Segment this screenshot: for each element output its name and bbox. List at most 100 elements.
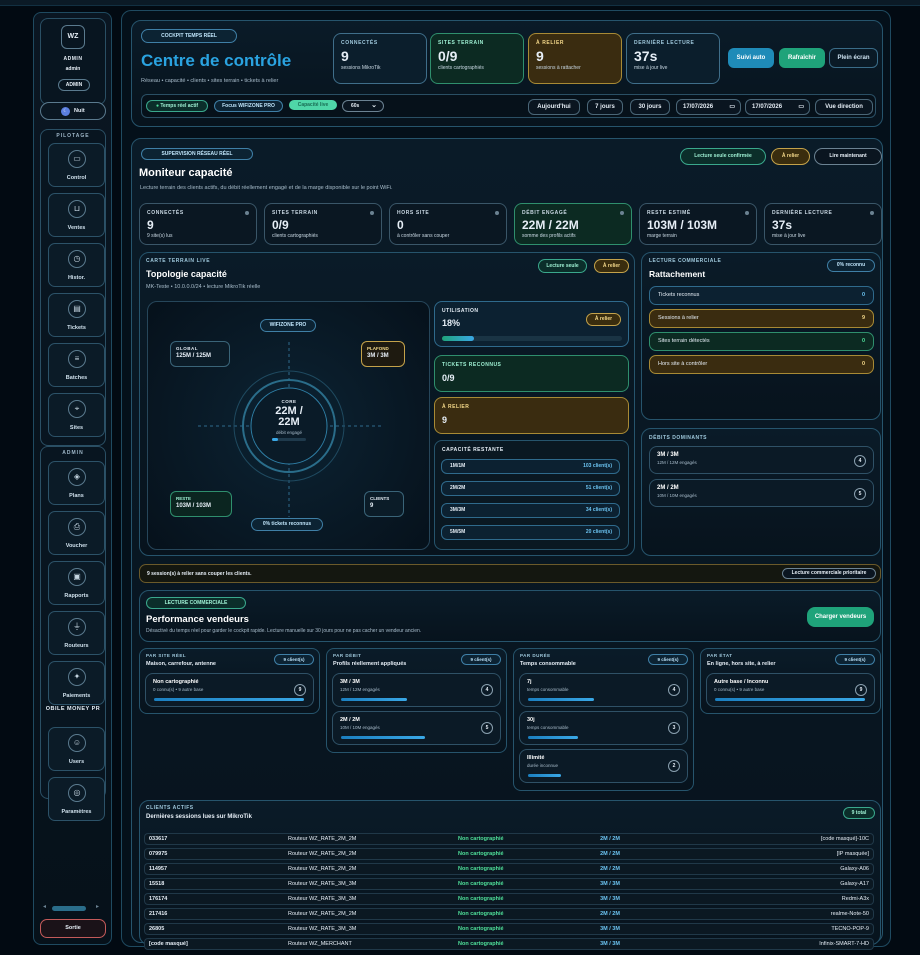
monitor-kpi-card: SITES TERRAIN 0/9 clients cartographiés	[264, 203, 382, 245]
attachment-row[interactable]: Tickets reconnus 0	[649, 286, 874, 305]
load-vendors-button[interactable]: Charger vendeurs	[807, 607, 874, 627]
client-device: Infinix-SMART-7-HD	[710, 938, 874, 950]
breakdown-item[interactable]: 30j temps consommable 3	[519, 711, 688, 745]
capacity-clients: 34 client(s)	[585, 507, 612, 513]
breakdown-item-label: Non cartographié	[153, 679, 199, 685]
dominant-rate: 2M / 2M	[657, 485, 679, 491]
sidebar-item-ventes[interactable]: ⊔ Ventes	[48, 193, 105, 237]
dominant-count: 5	[854, 488, 866, 500]
attachment-row-count: 0	[861, 361, 865, 367]
recognized-badge: 0% reconnu	[827, 259, 875, 272]
node-rest[interactable]: RESTE 103M / 103M	[170, 491, 232, 517]
breakdown-item[interactable]: 7j temps consommable 4	[519, 673, 688, 707]
monitor-subtitle: Lecture terrain des clients actifs, du d…	[140, 185, 393, 191]
sidebar-item-voucher[interactable]: ⎙ Voucher	[48, 511, 105, 555]
node-global[interactable]: GLOBAL 125M / 125M	[170, 341, 230, 367]
client-site: Non cartographié	[454, 923, 510, 935]
breakdown-item-bar	[154, 698, 304, 701]
sidebar-item-routeurs[interactable]: ⏚ Routeurs	[48, 611, 105, 655]
fullscreen-button[interactable]: Plein écran	[829, 48, 878, 68]
logout-button[interactable]: Sortie	[40, 919, 106, 938]
sidebar-item-sites[interactable]: ⌖ Sites	[48, 393, 105, 437]
breakdown-item[interactable]: 3M / 3M 12M / 12M engagés 4	[332, 673, 501, 707]
capacity-row[interactable]: 2M/2M 51 client(s)	[441, 481, 620, 496]
client-router: Routeur WZ_RATE_2M_2M	[284, 848, 454, 860]
vendors-pill: LECTURE COMMERCIALE	[146, 597, 246, 609]
to-link-badge: À relier	[771, 148, 810, 165]
kpi-title: SITES TERRAIN	[272, 210, 318, 216]
sidebar-item-batches[interactable]: ≡ Batches	[48, 343, 105, 387]
interval-select[interactable]: 60s ⌄	[342, 100, 384, 112]
attachment-row[interactable]: Sites terrain détectés 0	[649, 332, 874, 351]
node-wifizone[interactable]: WIFIZONE PRO	[260, 319, 316, 332]
dominant-rate-card[interactable]: 3M / 3M 12M / 12M engagés 4	[649, 446, 874, 474]
attachment-row[interactable]: Sessions à relier 9	[649, 309, 874, 328]
date-to-input[interactable]: 17/07/2026 ▭	[745, 99, 810, 115]
users-icon: ☺	[68, 734, 86, 752]
commercial-priority-button[interactable]: Lecture commerciale prioritaire	[782, 568, 876, 579]
table-row[interactable]: 114957 Routeur WZ_RATE_2M_2M Non cartogr…	[144, 863, 874, 875]
breakdown-item-sub: 0 connu(s) • 9 autre base	[153, 687, 204, 692]
breakdown-item[interactable]: Non cartographié 0 connu(s) • 9 autre ba…	[145, 673, 314, 707]
node-ceiling[interactable]: PLAFOND 3M / 3M	[361, 341, 405, 367]
breakdown-item[interactable]: 2M / 2M 10M / 10M engagés 5	[332, 711, 501, 745]
to-link-value: 9	[442, 415, 448, 425]
capacity-row[interactable]: 3M/3M 34 client(s)	[441, 503, 620, 518]
capacity-clients: 20 client(s)	[585, 529, 612, 535]
sidebar-scrollbar[interactable]	[52, 906, 86, 911]
table-row[interactable]: 176174 Routeur WZ_RATE_3M_3M Non cartogr…	[144, 893, 874, 905]
antenna-icon: ⏚	[68, 618, 86, 636]
mobile-money-heading: OBILE MONEY PR	[45, 706, 101, 712]
sidebar-item-paramtres[interactable]: ◎ Paramètres	[48, 777, 105, 821]
scroll-left-icon[interactable]: ◂	[43, 903, 46, 910]
avatar[interactable]: WZ	[61, 25, 85, 49]
30days-button[interactable]: 30 jours	[630, 99, 670, 115]
table-row[interactable]: 15518 Routeur WZ_RATE_3M_3M Non cartogra…	[144, 878, 874, 890]
kpi-title: DÉBIT ENGAGÉ	[522, 210, 568, 216]
attachment-row[interactable]: Hors site à contrôler 0	[649, 355, 874, 374]
breakdown-item[interactable]: Autre base / Inconnu 0 connu(s) • 9 autr…	[706, 673, 875, 707]
sidebar-item-histor[interactable]: ◷ Histor.	[48, 243, 105, 287]
breakdown-item-sub: 12M / 12M engagés	[340, 687, 380, 692]
refresh-button[interactable]: Rafraîchir	[779, 48, 825, 68]
kpi-value: 37s	[634, 48, 658, 64]
kpi-value: 0/9	[272, 218, 289, 232]
capacity-row[interactable]: 5M/5M 20 client(s)	[441, 525, 620, 540]
sidebar-item-paiements[interactable]: ✦ Paiements	[48, 661, 105, 705]
realtime-chip[interactable]: ● Temps réel actif	[146, 100, 208, 112]
topology-pill: CARTE TERRAIN LIVE	[146, 258, 211, 264]
scroll-right-icon[interactable]: ▸	[96, 903, 99, 910]
client-code: 15518	[144, 878, 284, 890]
breakdown-item[interactable]: Illimité durée inconnue 2	[519, 749, 688, 783]
today-button[interactable]: Aujourd'hui	[528, 99, 580, 115]
sidebar-item-control[interactable]: ▭ Control	[48, 143, 105, 187]
capacity-row[interactable]: 1M/1M 103 client(s)	[441, 459, 620, 474]
theme-toggle[interactable]: ☾ Nuit	[40, 102, 106, 120]
7days-button[interactable]: 7 jours	[587, 99, 623, 115]
table-row[interactable]: 217416 Routeur WZ_RATE_2M_2M Non cartogr…	[144, 908, 874, 920]
table-row[interactable]: 26805 Routeur WZ_RATE_3M_3M Non cartogra…	[144, 923, 874, 935]
sidebar-item-rapports[interactable]: ▣ Rapports	[48, 561, 105, 605]
table-row[interactable]: [code masqué] Routeur WZ_MERCHANT Non ca…	[144, 938, 874, 950]
direction-view-button[interactable]: Vue direction	[815, 99, 873, 115]
sidebar-item-users[interactable]: ☺ Users	[48, 727, 105, 771]
date-from-input[interactable]: 17/07/2026 ▭	[676, 99, 741, 115]
auto-follow-button[interactable]: Suivi auto	[728, 48, 774, 68]
clients-total-badge: 9 total	[843, 807, 875, 819]
sidebar-item-label: Rapports	[64, 593, 89, 599]
read-now-button[interactable]: Lire maintenant	[814, 148, 882, 165]
focus-chip[interactable]: Focus WIFIZONE PRO	[214, 100, 283, 112]
dominant-rate-card[interactable]: 2M / 2M 10M / 10M engagés 5	[649, 479, 874, 507]
sidebar-item-tickets[interactable]: ▤ Tickets	[48, 293, 105, 337]
client-code: 033617	[144, 833, 284, 845]
attachment-pill: LECTURE COMMERCIALE	[649, 258, 722, 264]
client-router: Routeur WZ_RATE_2M_2M	[284, 833, 454, 845]
table-row[interactable]: 033617 Routeur WZ_RATE_2M_2M Non cartogr…	[144, 833, 874, 845]
sidebar-item-plans[interactable]: ◈ Plans	[48, 461, 105, 505]
breakdown-item-bar	[528, 698, 594, 701]
table-row[interactable]: 079975 Routeur WZ_RATE_2M_2M Non cartogr…	[144, 848, 874, 860]
attachment-row-label: Hors site à contrôler	[658, 361, 708, 367]
node-clients[interactable]: CLIENTS 9	[364, 491, 404, 517]
client-rate: 3M / 3M	[510, 923, 710, 935]
mode-chip[interactable]: Capacité live	[289, 100, 337, 110]
